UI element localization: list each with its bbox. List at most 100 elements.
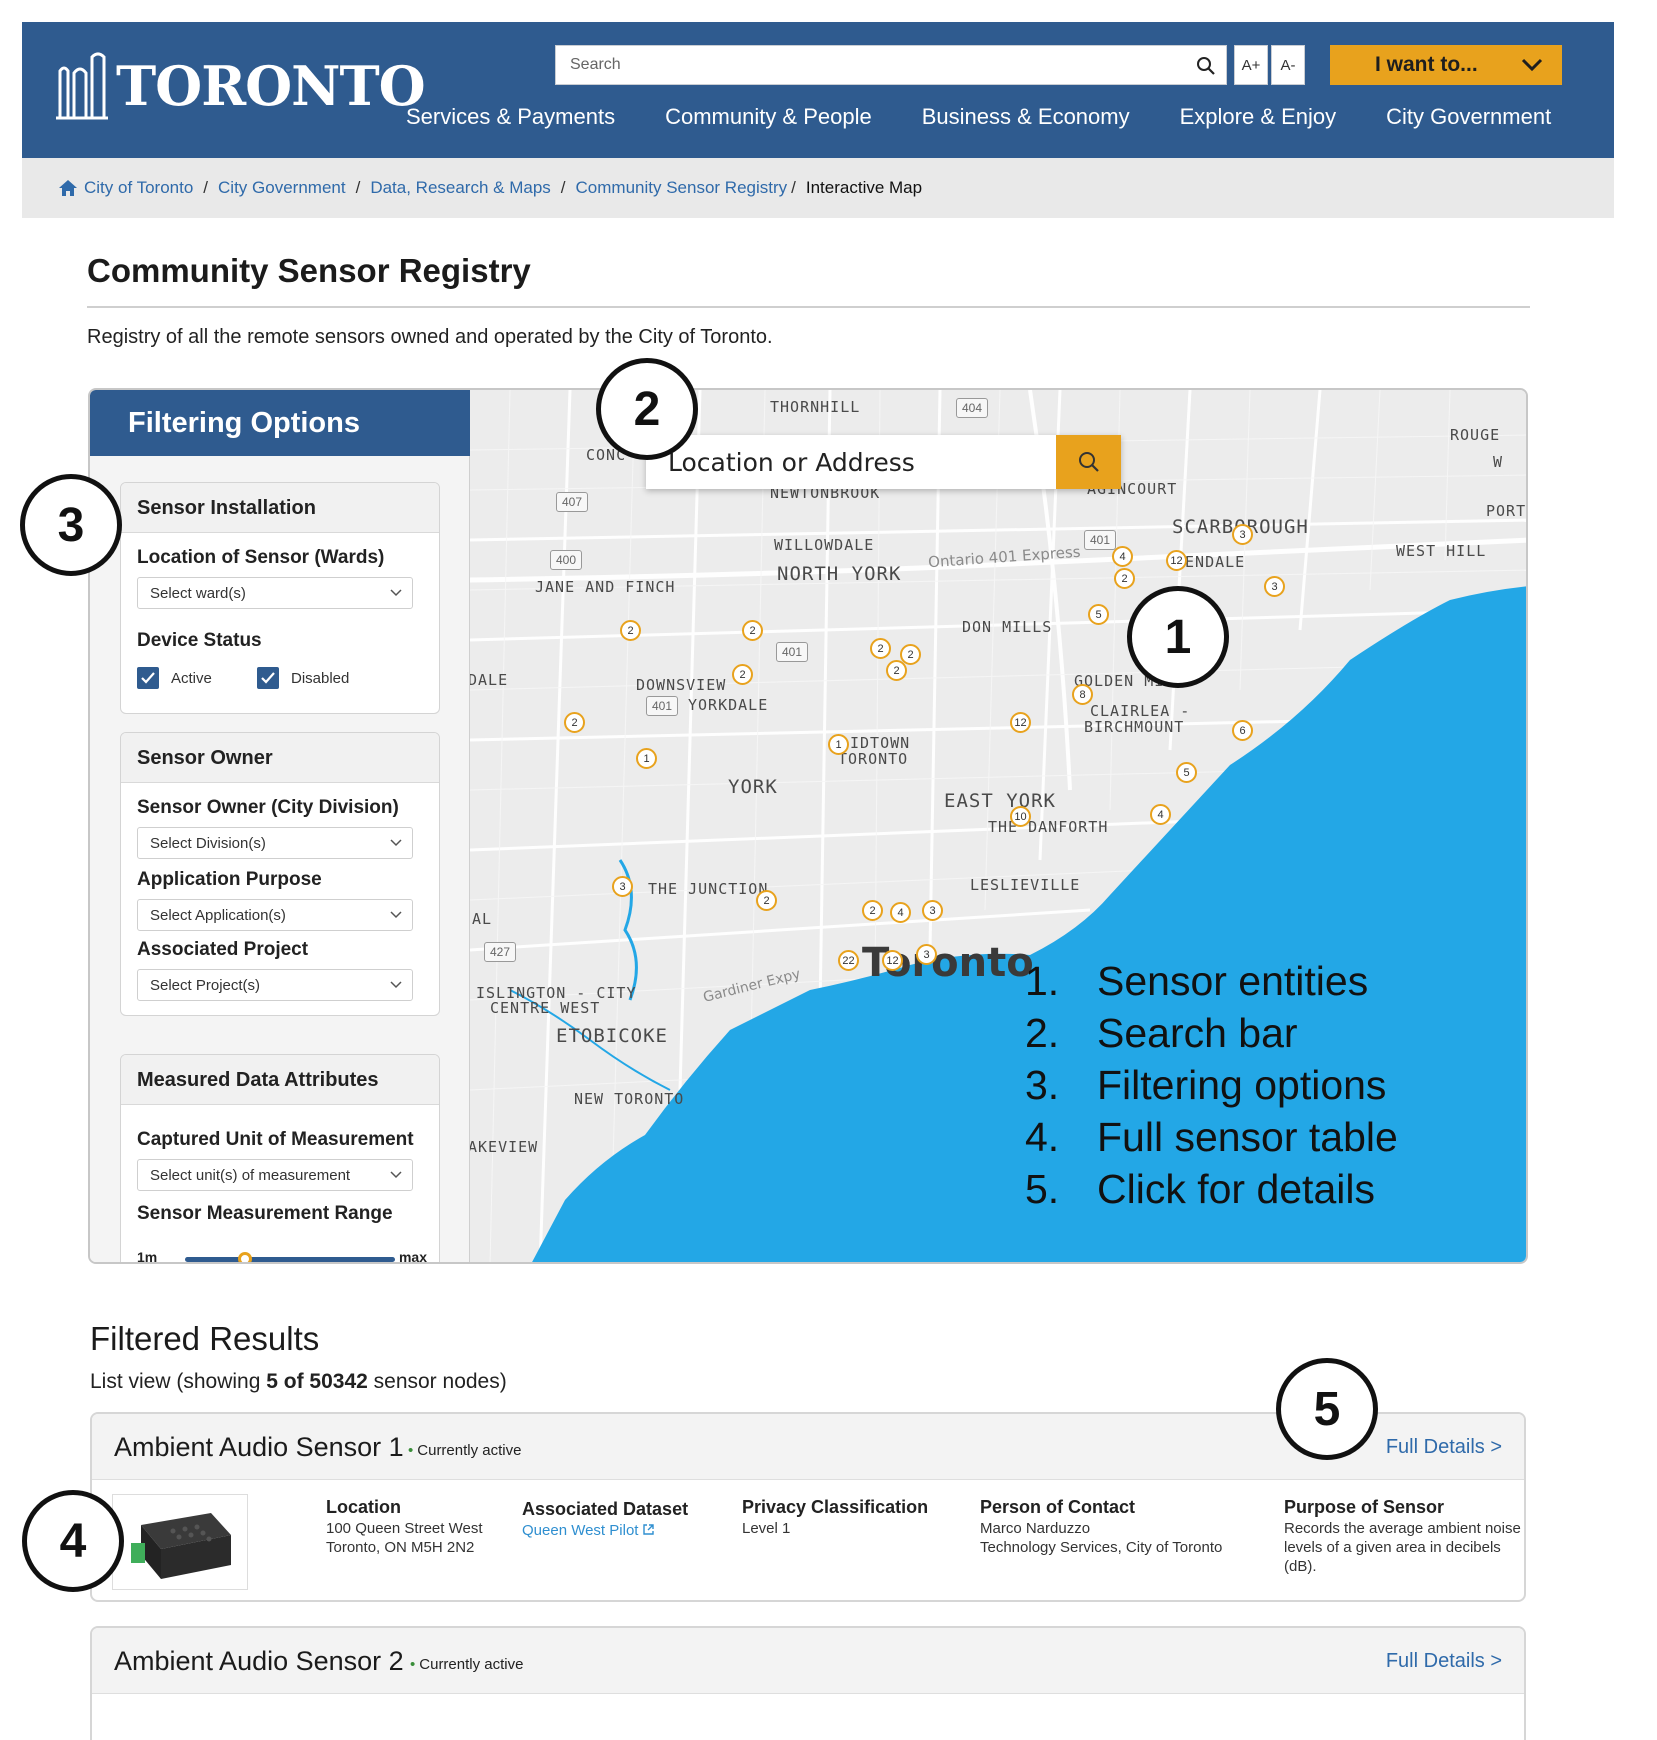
sensor-marker[interactable]: 8 bbox=[1072, 684, 1093, 705]
device-status-label: Device Status bbox=[137, 630, 262, 651]
legend-item: 5. Click for details bbox=[1025, 1166, 1415, 1218]
map-search-button[interactable] bbox=[1056, 435, 1121, 489]
sensor-marker[interactable]: 2 bbox=[732, 664, 753, 685]
sensor-marker[interactable]: 2 bbox=[862, 900, 883, 921]
application-select[interactable]: Select Application(s) bbox=[137, 899, 413, 931]
sensor-marker[interactable]: 3 bbox=[612, 876, 633, 897]
search-icon bbox=[1078, 452, 1099, 472]
callout-2: 2 bbox=[596, 358, 698, 460]
legend-item: 1. Sensor entities bbox=[1025, 958, 1415, 1010]
sensor-marker[interactable]: 2 bbox=[870, 638, 891, 659]
place-label: EAST YORK bbox=[944, 790, 1056, 812]
checkbox-checked-icon bbox=[137, 667, 159, 689]
ward-select[interactable]: Select ward(s) bbox=[137, 577, 413, 609]
measured-data-attributes-card: Measured Data Attributes Captured Unit o… bbox=[120, 1054, 440, 1264]
nav-explore-enjoy[interactable]: Explore & Enjoy bbox=[1180, 104, 1337, 130]
callout-4: 4 bbox=[22, 1490, 124, 1592]
nav-services-payments[interactable]: Services & Payments bbox=[406, 104, 615, 130]
sensor-marker[interactable]: 2 bbox=[756, 890, 777, 911]
sensor-marker[interactable]: 2 bbox=[620, 620, 641, 641]
full-details-link[interactable]: Full Details > bbox=[1386, 1436, 1502, 1459]
project-select[interactable]: Select Project(s) bbox=[137, 969, 413, 1001]
breadcrumb-community-sensor-registry[interactable]: Community Sensor Registry bbox=[576, 178, 788, 198]
results-count-prefix: List view (showing bbox=[90, 1370, 267, 1393]
disabled-checkbox-label: Disabled bbox=[291, 669, 350, 687]
nav-city-government[interactable]: City Government bbox=[1386, 104, 1551, 130]
highway-shield-400: 400 bbox=[550, 550, 582, 570]
sensor-marker[interactable]: 12 bbox=[882, 950, 903, 971]
status-text: Currently active bbox=[419, 1656, 524, 1673]
site-search bbox=[555, 45, 1227, 85]
sensor-marker[interactable]: 5 bbox=[1088, 604, 1109, 625]
legend-number: 1. bbox=[1025, 958, 1060, 1004]
sensor-marker[interactable]: 5 bbox=[1176, 762, 1197, 783]
home-icon[interactable] bbox=[58, 179, 78, 197]
sensor-marker[interactable]: 4 bbox=[1112, 546, 1133, 567]
map-search-bar bbox=[646, 435, 1121, 489]
annotation-legend: 1. Sensor entities 2. Search bar 3. Filteri… bbox=[1025, 958, 1415, 1218]
sensor-marker[interactable]: 1 bbox=[636, 748, 657, 769]
purpose-line1: Records the average ambient noise bbox=[1284, 1520, 1521, 1537]
breadcrumb-city-government[interactable]: City Government bbox=[218, 178, 346, 198]
site-search-input[interactable] bbox=[556, 46, 1156, 84]
sensor-owner-division-label: Sensor Owner (City Division) bbox=[137, 797, 399, 818]
disabled-checkbox[interactable]: Disabled bbox=[257, 667, 349, 689]
breadcrumb-city-of-toronto[interactable]: City of Toronto bbox=[84, 178, 193, 198]
unit-select[interactable]: Select unit(s) of measurement bbox=[137, 1159, 413, 1191]
sensor-marker[interactable]: 22 bbox=[838, 950, 859, 971]
sensor-marker[interactable]: 3 bbox=[922, 900, 943, 921]
nav-community-people[interactable]: Community & People bbox=[665, 104, 872, 130]
sensor-marker[interactable]: 12 bbox=[1010, 712, 1031, 733]
sensor-owner-title: Sensor Owner bbox=[121, 733, 439, 783]
sensor-marker[interactable]: 3 bbox=[1232, 524, 1253, 545]
sensor-marker[interactable]: 6 bbox=[1232, 720, 1253, 741]
range-thumb[interactable] bbox=[238, 1252, 252, 1262]
place-label: TORONTO bbox=[838, 750, 909, 768]
sensor-marker[interactable]: 3 bbox=[916, 944, 937, 965]
sensor-marker[interactable]: 2 bbox=[886, 660, 907, 681]
status-text: Currently active bbox=[417, 1442, 522, 1459]
full-details-link[interactable]: Full Details > bbox=[1386, 1650, 1502, 1673]
legend-text: Search bar bbox=[1097, 1010, 1298, 1056]
division-select[interactable]: Select Division(s) bbox=[137, 827, 413, 859]
sensor-marker[interactable]: 4 bbox=[890, 902, 911, 923]
i-want-to-dropdown[interactable]: I want to... bbox=[1330, 45, 1562, 85]
highway-shield-401: 401 bbox=[1084, 530, 1116, 550]
callout-1: 1 bbox=[1127, 586, 1229, 688]
dataset-link[interactable]: Queen West Pilot bbox=[522, 1521, 688, 1540]
breadcrumb-separator: / bbox=[355, 178, 361, 197]
breadcrumb-data-research-maps[interactable]: Data, Research & Maps bbox=[370, 178, 550, 198]
range-max-label: max bbox=[398, 1249, 427, 1264]
place-label: THORNHILL bbox=[770, 398, 861, 416]
search-icon[interactable] bbox=[1190, 50, 1222, 82]
chevron-down-icon bbox=[390, 589, 402, 597]
place-label: ROUGE bbox=[1450, 426, 1501, 444]
toronto-logo[interactable]: TORONTO bbox=[56, 50, 426, 122]
sensor-marker[interactable]: 4 bbox=[1150, 804, 1171, 825]
font-increase-button[interactable]: A+ bbox=[1234, 45, 1268, 85]
font-decrease-button[interactable]: A- bbox=[1271, 45, 1305, 85]
sensor-marker[interactable]: 3 bbox=[1264, 576, 1285, 597]
page-title: Community Sensor Registry bbox=[87, 252, 531, 289]
chevron-down-icon bbox=[390, 981, 402, 989]
sensor-marker[interactable]: 2 bbox=[564, 712, 585, 733]
place-label: DON MILLS bbox=[962, 618, 1053, 636]
measurement-range-slider[interactable]: 1m max bbox=[137, 1249, 427, 1264]
highway-shield-404: 404 bbox=[956, 398, 988, 418]
sensor-marker[interactable]: 12 bbox=[1166, 550, 1187, 571]
nav-business-economy[interactable]: Business & Economy bbox=[922, 104, 1130, 130]
i-want-to-label: I want to... bbox=[1375, 53, 1478, 76]
external-link-icon bbox=[642, 1524, 654, 1535]
main-nav: Services & Payments Community & People B… bbox=[406, 104, 1601, 130]
sensor-marker[interactable]: 1 bbox=[828, 734, 849, 755]
callout-5: 5 bbox=[1276, 1358, 1378, 1460]
legend-text: Filtering options bbox=[1097, 1062, 1387, 1108]
status-badge: • Currently active bbox=[410, 1656, 523, 1673]
sensor-marker[interactable]: 2 bbox=[1114, 568, 1135, 589]
location-search-input[interactable] bbox=[646, 435, 1056, 489]
active-checkbox[interactable]: Active bbox=[137, 667, 212, 689]
unit-select-value: Select unit(s) of measurement bbox=[150, 1167, 351, 1184]
sensor-marker[interactable]: 2 bbox=[742, 620, 763, 641]
breadcrumb-separator: / bbox=[560, 178, 566, 197]
sensor-marker[interactable]: 10 bbox=[1010, 806, 1031, 827]
